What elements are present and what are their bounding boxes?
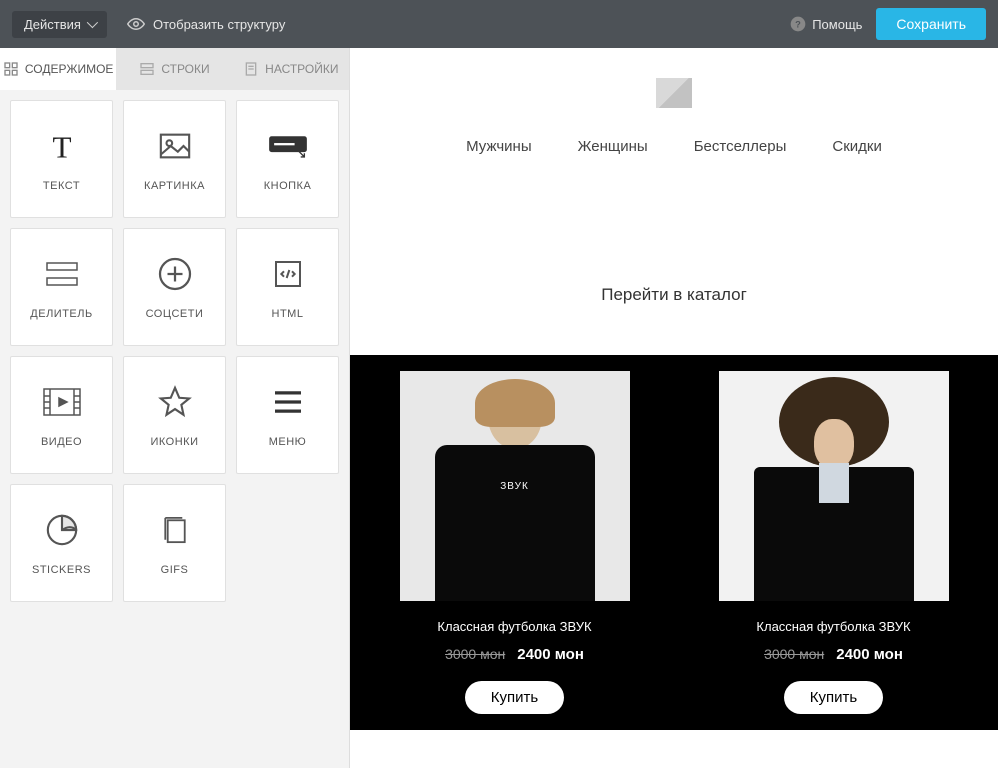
- menu-icon: [268, 382, 308, 422]
- chevron-down-icon: [87, 17, 98, 28]
- star-icon: [155, 382, 195, 422]
- actions-label: Действия: [24, 17, 81, 32]
- tab-settings-label: НАСТРОЙКИ: [265, 62, 338, 76]
- old-price: 3000 мон: [764, 646, 824, 662]
- structure-label: Отобразить структуру: [153, 17, 285, 32]
- question-icon: ?: [790, 16, 806, 32]
- block-label: КНОПКА: [260, 180, 316, 192]
- product-image: [719, 371, 949, 601]
- product-card[interactable]: Классная футболка ЗВУК 3000 мон 2400 мон…: [704, 371, 964, 714]
- save-button[interactable]: Сохранить: [876, 8, 986, 40]
- block-label: МЕНЮ: [265, 436, 311, 448]
- eye-icon: [127, 15, 145, 33]
- svg-text:?: ?: [795, 19, 801, 29]
- sidebar: СОДЕРЖИМОЕ СТРОКИ НАСТРОЙКИ T ТЕКСТ КАРТ…: [0, 48, 350, 768]
- text-icon: T: [42, 126, 82, 166]
- block-text[interactable]: T ТЕКСТ: [10, 100, 113, 218]
- rows-icon: [139, 61, 155, 77]
- sticker-icon: [42, 510, 82, 550]
- product-card[interactable]: Классная футболка ЗВУК 3000 мон 2400 мон…: [385, 371, 645, 714]
- block-video[interactable]: ВИДЕО: [10, 356, 113, 474]
- product-image: [400, 371, 630, 601]
- block-social[interactable]: СОЦСЕТИ: [123, 228, 226, 346]
- tab-rows[interactable]: СТРОКИ: [116, 48, 232, 90]
- code-icon: [268, 254, 308, 294]
- help-button[interactable]: ? Помощь: [790, 16, 862, 32]
- tab-content-label: СОДЕРЖИМОЕ: [25, 62, 114, 76]
- old-price: 3000 мон: [445, 646, 505, 662]
- tab-content[interactable]: СОДЕРЖИМОЕ: [0, 48, 116, 90]
- preview-canvas[interactable]: Мужчины Женщины Бестселлеры Скидки Перей…: [350, 48, 998, 768]
- block-menu[interactable]: МЕНЮ: [236, 356, 339, 474]
- image-icon: [155, 126, 195, 166]
- grid-icon: [3, 61, 19, 77]
- show-structure-button[interactable]: Отобразить структуру: [127, 15, 285, 33]
- actions-dropdown[interactable]: Действия: [12, 11, 107, 38]
- block-label: ТЕКСТ: [39, 180, 84, 192]
- block-label: ДЕЛИТЕЛЬ: [26, 308, 96, 320]
- page-icon: [243, 61, 259, 77]
- buy-button[interactable]: Купить: [465, 681, 564, 714]
- price-row: 3000 мон 2400 мон: [764, 646, 903, 663]
- block-divider[interactable]: ДЕЛИТЕЛЬ: [10, 228, 113, 346]
- video-icon: [42, 382, 82, 422]
- price-row: 3000 мон 2400 мон: [445, 646, 584, 663]
- brand-logo: [656, 78, 692, 108]
- blocks-grid: T ТЕКСТ КАРТИНКА КНОПКА ДЕЛИТЕЛЬ СОЦСЕТИ: [0, 90, 349, 612]
- product-title: Классная футболка ЗВУК: [437, 619, 591, 634]
- block-button[interactable]: КНОПКА: [236, 100, 339, 218]
- main-area: СОДЕРЖИМОЕ СТРОКИ НАСТРОЙКИ T ТЕКСТ КАРТ…: [0, 48, 998, 768]
- buy-button[interactable]: Купить: [784, 681, 883, 714]
- block-icons[interactable]: ИКОНКИ: [123, 356, 226, 474]
- block-label: КАРТИНКА: [140, 180, 209, 192]
- block-label: STICKERS: [28, 564, 95, 576]
- preview-header: Мужчины Женщины Бестселлеры Скидки: [350, 48, 998, 165]
- block-image[interactable]: КАРТИНКА: [123, 100, 226, 218]
- divider-icon: [42, 254, 82, 294]
- block-gifs[interactable]: GIFS: [123, 484, 226, 602]
- product-title: Классная футболка ЗВУК: [756, 619, 910, 634]
- price: 2400 мон: [517, 646, 584, 663]
- topbar-right: ? Помощь Сохранить: [790, 8, 986, 40]
- nav-women[interactable]: Женщины: [578, 138, 648, 155]
- block-label: HTML: [268, 308, 308, 320]
- topbar-left: Действия Отобразить структуру: [12, 11, 285, 38]
- block-label: GIFS: [157, 564, 193, 576]
- nav-men[interactable]: Мужчины: [466, 138, 531, 155]
- price: 2400 мон: [836, 646, 903, 663]
- tab-rows-label: СТРОКИ: [161, 62, 209, 76]
- block-label: СОЦСЕТИ: [142, 308, 208, 320]
- svg-text:T: T: [52, 129, 71, 163]
- tab-settings[interactable]: НАСТРОЙКИ: [233, 48, 349, 90]
- block-label: ИКОНКИ: [146, 436, 202, 448]
- block-label: ВИДЕО: [37, 436, 86, 448]
- block-html[interactable]: HTML: [236, 228, 339, 346]
- sidebar-tabs: СОДЕРЖИМОЕ СТРОКИ НАСТРОЙКИ: [0, 48, 349, 90]
- gifs-icon: [155, 510, 195, 550]
- block-stickers[interactable]: STICKERS: [10, 484, 113, 602]
- preview-nav: Мужчины Женщины Бестселлеры Скидки: [350, 138, 998, 155]
- help-label: Помощь: [812, 17, 862, 32]
- catalog-link[interactable]: Перейти в каталог: [350, 285, 998, 305]
- nav-sale[interactable]: Скидки: [832, 138, 881, 155]
- nav-bestsellers[interactable]: Бестселлеры: [694, 138, 787, 155]
- button-icon: [268, 126, 308, 166]
- product-row: Классная футболка ЗВУК 3000 мон 2400 мон…: [350, 355, 998, 730]
- topbar: Действия Отобразить структуру ? Помощь С…: [0, 0, 998, 48]
- plus-circle-icon: [155, 254, 195, 294]
